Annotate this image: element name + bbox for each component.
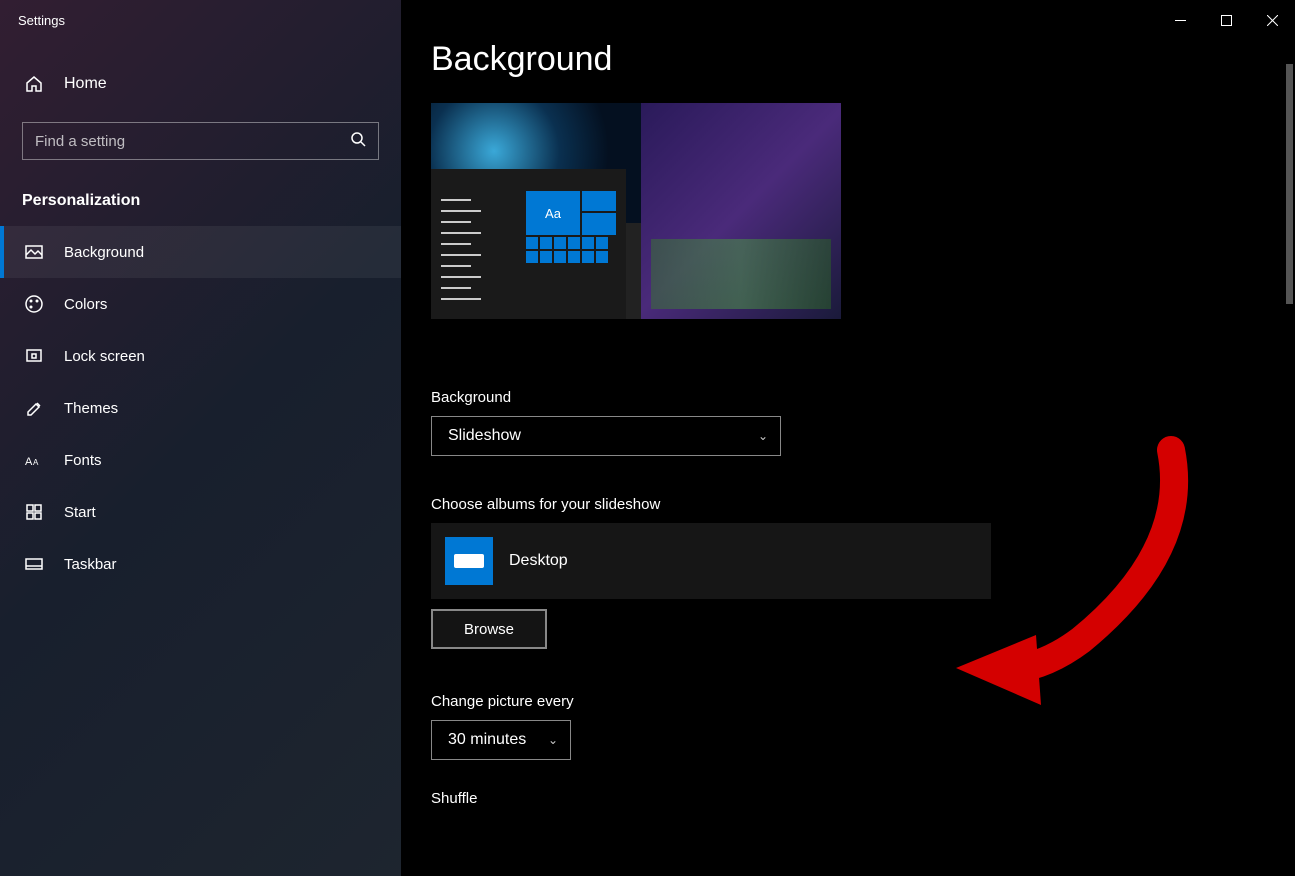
background-preview: Aa (431, 103, 841, 319)
folder-icon (445, 537, 493, 585)
window-controls (1157, 4, 1295, 36)
albums-label: Choose albums for your slideshow (431, 496, 1265, 513)
sidebar-item-colors[interactable]: Colors (0, 278, 401, 330)
sidebar-item-label: Start (64, 504, 96, 521)
background-type-label: Background (431, 389, 1265, 406)
chevron-down-icon: ⌄ (758, 429, 768, 443)
home-icon (24, 74, 44, 94)
change-picture-value: 30 minutes (448, 731, 526, 749)
search-input[interactable] (35, 133, 350, 150)
minimize-button[interactable] (1157, 4, 1203, 36)
browse-button[interactable]: Browse (431, 609, 547, 649)
sidebar-item-taskbar[interactable]: Taskbar (0, 538, 401, 590)
titlebar: Settings (0, 0, 1295, 40)
album-name: Desktop (509, 552, 568, 570)
sidebar-item-label: Lock screen (64, 348, 145, 365)
section-header: Personalization (0, 182, 401, 226)
browse-label: Browse (464, 621, 514, 638)
preview-window: Aa (431, 169, 626, 319)
sidebar-item-fonts[interactable]: AA Fonts (0, 434, 401, 486)
change-picture-dropdown[interactable]: 30 minutes ⌄ (431, 720, 571, 760)
picture-icon (24, 242, 44, 262)
close-button[interactable] (1249, 4, 1295, 36)
home-button[interactable]: Home (0, 62, 401, 106)
page-title: Background (431, 40, 1265, 79)
fonts-icon: AA (24, 450, 44, 470)
sidebar-item-label: Colors (64, 296, 107, 313)
lockscreen-icon (24, 346, 44, 366)
background-type-value: Slideshow (448, 427, 521, 445)
sidebar-item-label: Taskbar (64, 556, 117, 573)
svg-text:A: A (33, 458, 39, 467)
change-picture-label: Change picture every (431, 693, 1265, 710)
sidebar-item-themes[interactable]: Themes (0, 382, 401, 434)
main-content: Background Aa Background Slideshow ⌄ Cho… (401, 0, 1295, 876)
album-item[interactable]: Desktop (431, 523, 991, 599)
sidebar: Home Personalization Background Colors L… (0, 0, 401, 876)
themes-icon (24, 398, 44, 418)
taskbar-icon (24, 554, 44, 574)
search-box[interactable] (22, 122, 379, 160)
palette-icon (24, 294, 44, 314)
search-icon (350, 131, 366, 152)
chevron-down-icon: ⌄ (548, 733, 558, 747)
sidebar-item-label: Themes (64, 400, 118, 417)
shuffle-label: Shuffle (431, 790, 1265, 807)
sidebar-item-label: Fonts (64, 452, 102, 469)
window-title: Settings (18, 13, 65, 28)
sidebar-item-lockscreen[interactable]: Lock screen (0, 330, 401, 382)
home-label: Home (64, 75, 107, 93)
sidebar-item-background[interactable]: Background (0, 226, 401, 278)
svg-text:A: A (25, 456, 33, 468)
sidebar-item-label: Background (64, 244, 144, 261)
maximize-button[interactable] (1203, 4, 1249, 36)
start-icon (24, 502, 44, 522)
sidebar-item-start[interactable]: Start (0, 486, 401, 538)
background-type-dropdown[interactable]: Slideshow ⌄ (431, 416, 781, 456)
scrollbar[interactable] (1286, 64, 1293, 304)
preview-sample-text: Aa (526, 191, 580, 235)
